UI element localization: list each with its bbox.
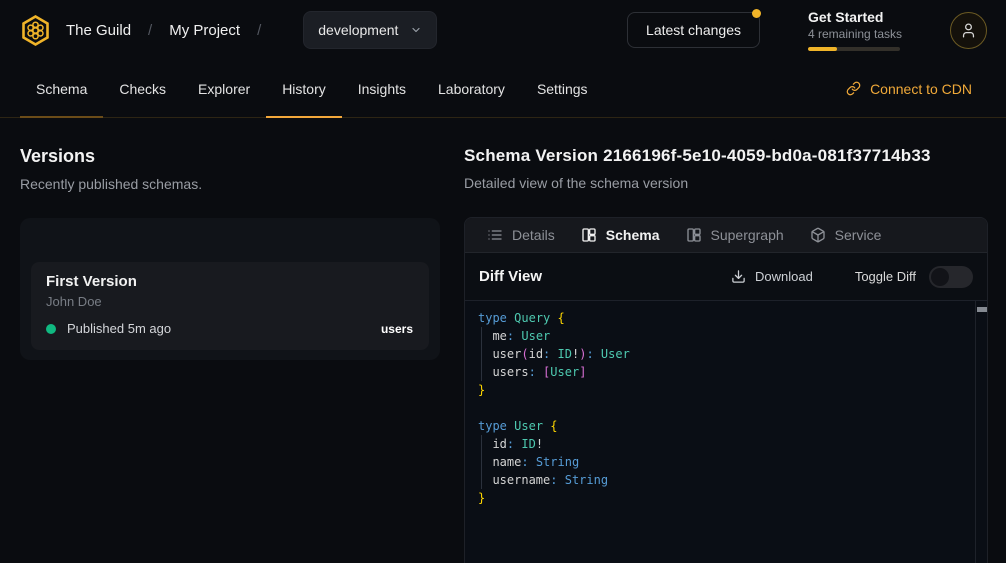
schema-version-subtitle: Detailed view of the schema version <box>464 175 988 191</box>
tab-schema[interactable]: Schema <box>20 60 103 117</box>
tab-label: Settings <box>537 81 588 97</box>
tab-label: Service <box>835 227 882 243</box>
connect-to-cdn-link[interactable]: Connect to CDN <box>846 60 972 117</box>
latest-changes-label: Latest changes <box>646 22 741 38</box>
code-line: type Query { <box>478 309 967 327</box>
tab-label: Checks <box>119 81 166 97</box>
download-icon <box>731 269 746 284</box>
tab-checks[interactable]: Checks <box>103 60 182 117</box>
get-started-subtitle: 4 remaining tasks <box>808 27 900 41</box>
service-name-badge: users <box>381 322 413 336</box>
indent-guide <box>481 435 482 489</box>
tab-explorer[interactable]: Explorer <box>182 60 266 117</box>
get-started-progressbar <box>808 47 900 51</box>
version-detail-tabs: Details Schema Supergraph <box>465 218 987 253</box>
diff-view-toolbar: Diff View Download Toggle Diff <box>465 253 987 301</box>
code-line: id: ID! <box>478 435 967 453</box>
code-line: users: [User] <box>478 363 967 381</box>
tab-laboratory[interactable]: Laboratory <box>422 60 521 117</box>
version-list-item[interactable]: First Version John Doe Published 5m ago … <box>31 262 429 350</box>
tab-details[interactable]: Details <box>474 218 568 252</box>
code-line: } <box>478 489 967 507</box>
code-scrollbar[interactable] <box>975 301 987 563</box>
tab-service[interactable]: Service <box>797 218 895 252</box>
download-button[interactable]: Download <box>731 269 813 284</box>
version-item-title: First Version <box>46 273 413 290</box>
header-actions: Latest changes Get Started 4 remaining t… <box>627 9 987 51</box>
toggle-diff-label: Toggle Diff <box>855 269 916 284</box>
project-breadcrumb[interactable]: My Project <box>169 22 240 39</box>
version-item-status-row: Published 5m ago users <box>46 321 413 336</box>
tab-indicator <box>342 116 422 118</box>
environment-select-value: development <box>318 22 398 38</box>
tab-label: Supergraph <box>711 227 784 243</box>
versions-list: First Version John Doe Published 5m ago … <box>20 218 440 360</box>
notification-dot <box>752 9 761 18</box>
tab-supergraph[interactable]: Supergraph <box>673 218 797 252</box>
link-icon <box>846 81 861 96</box>
code-line: username: String <box>478 471 967 489</box>
code-line: type User { <box>478 417 967 435</box>
tab-label: Schema <box>36 81 87 97</box>
version-detail-panel: Details Schema Supergraph <box>464 217 988 563</box>
tab-label: History <box>282 81 326 97</box>
tab-indicator <box>266 116 342 118</box>
columns-icon <box>581 227 597 243</box>
connect-to-cdn-label: Connect to CDN <box>870 81 972 97</box>
breadcrumb-separator: / <box>148 22 152 39</box>
tab-label: Insights <box>358 81 406 97</box>
toggle-diff-switch[interactable] <box>929 266 973 288</box>
published-status-dot <box>46 324 56 334</box>
tab-label: Details <box>512 227 555 243</box>
switch-knob <box>931 268 949 286</box>
code-line: me: User <box>478 327 967 345</box>
graphql-schema-code: type Query { me: User user(id: ID!): Use… <box>478 309 967 507</box>
tab-indicator <box>182 116 266 118</box>
indent-guide <box>481 327 482 381</box>
tab-indicator <box>103 116 182 118</box>
tab-indicator <box>20 116 103 118</box>
hive-logo-icon[interactable] <box>19 14 52 47</box>
user-avatar[interactable] <box>950 12 987 49</box>
tab-indicator <box>422 116 521 118</box>
schema-version-title: Schema Version 2166196f-5e10-4059-bd0a-0… <box>464 146 988 166</box>
tab-history[interactable]: History <box>266 60 342 117</box>
environment-select[interactable]: development <box>303 11 437 49</box>
columns-icon <box>686 227 702 243</box>
chevron-down-icon <box>410 24 422 36</box>
diff-view-title: Diff View <box>479 268 542 285</box>
tab-indicator <box>521 116 604 118</box>
tab-label: Explorer <box>198 81 250 97</box>
download-label: Download <box>755 269 813 284</box>
get-started-widget[interactable]: Get Started 4 remaining tasks <box>808 9 900 51</box>
get-started-progress-fill <box>808 47 837 51</box>
version-detail-header: Schema Version 2166196f-5e10-4059-bd0a-0… <box>464 146 988 191</box>
breadcrumb-separator: / <box>257 22 261 39</box>
latest-changes-button[interactable]: Latest changes <box>627 12 760 48</box>
versions-subtitle: Recently published schemas. <box>20 176 440 192</box>
code-line <box>478 399 967 417</box>
scrollbar-thumb[interactable] <box>977 307 987 312</box>
list-icon <box>487 227 503 243</box>
tab-label: Laboratory <box>438 81 505 97</box>
tab-label: Schema <box>606 227 660 243</box>
tab-settings[interactable]: Settings <box>521 60 604 117</box>
tab-insights[interactable]: Insights <box>342 60 422 117</box>
tab-schema-detail[interactable]: Schema <box>568 218 673 252</box>
versions-section: Versions Recently published schemas. Fir… <box>20 146 440 360</box>
user-icon <box>960 22 977 39</box>
code-line: name: String <box>478 453 967 471</box>
get-started-title: Get Started <box>808 9 900 26</box>
code-line: user(id: ID!): User <box>478 345 967 363</box>
cube-icon <box>810 227 826 243</box>
org-breadcrumb[interactable]: The Guild <box>66 22 131 39</box>
versions-title: Versions <box>20 146 440 167</box>
schema-code-viewer: type Query { me: User user(id: ID!): Use… <box>465 301 987 563</box>
code-line: } <box>478 381 967 399</box>
target-nav-tabs: Schema Checks Explorer History Insights … <box>0 60 1006 118</box>
published-status-text: Published 5m ago <box>67 321 171 336</box>
version-item-author: John Doe <box>46 294 413 309</box>
app-header: The Guild / My Project / development Lat… <box>0 0 1006 60</box>
